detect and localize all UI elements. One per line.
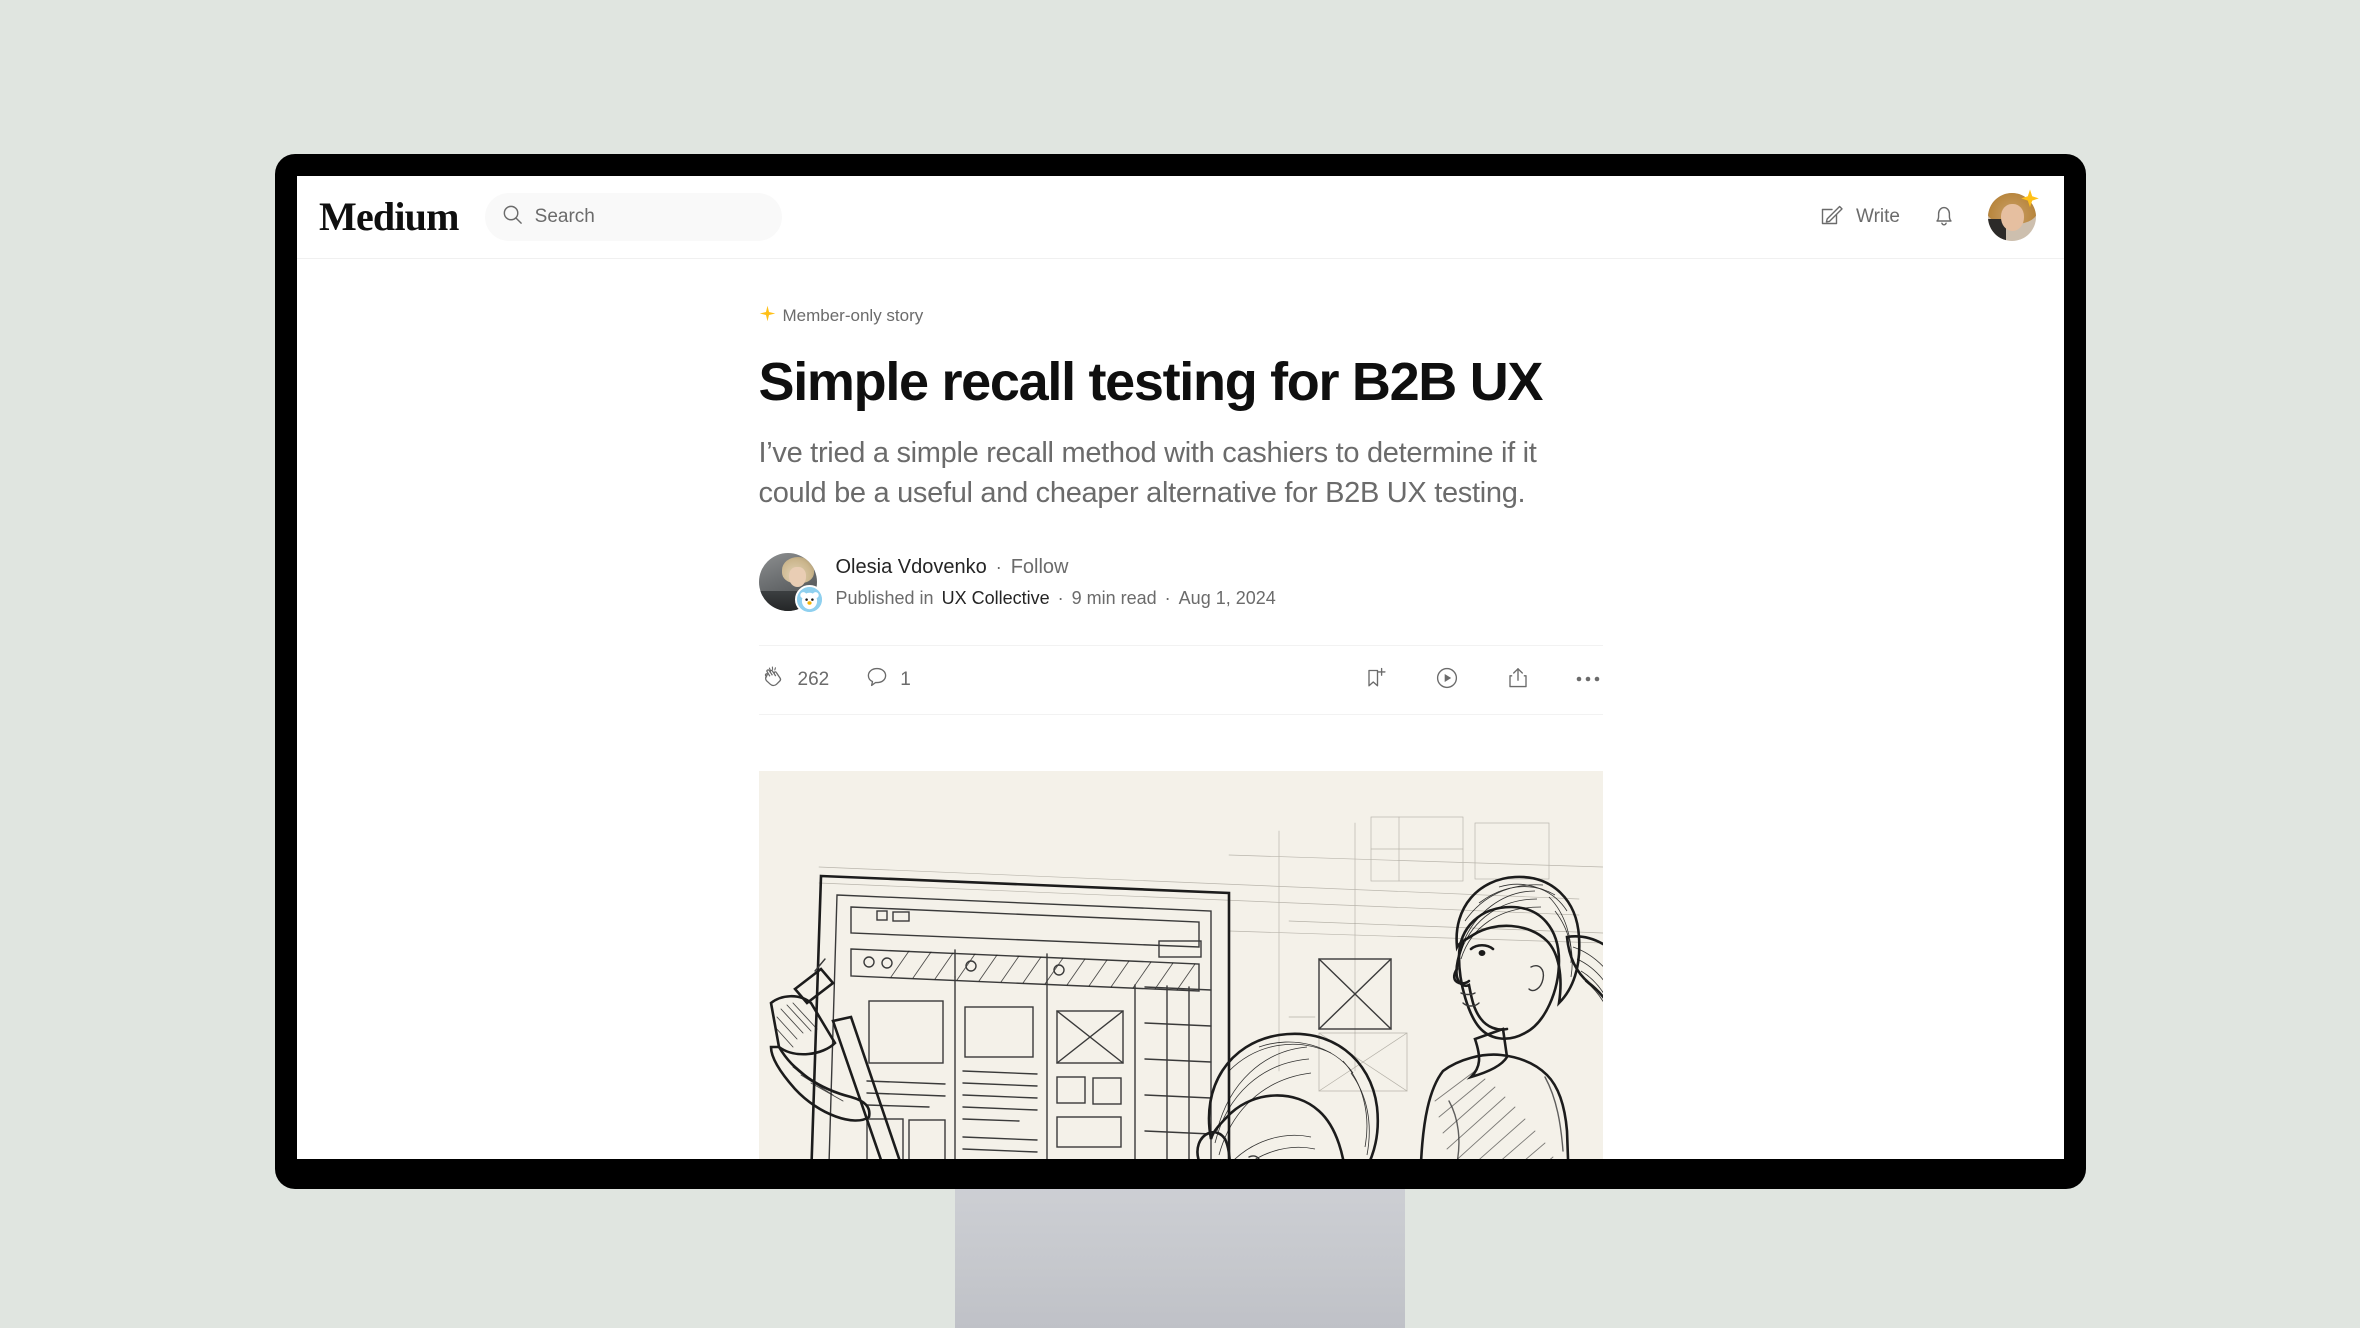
byline-separator-3: · <box>1164 587 1171 608</box>
clap-icon <box>761 664 787 696</box>
bell-icon <box>1930 202 1958 233</box>
publication-name[interactable]: UX Collective <box>942 585 1050 612</box>
byline-separator-1: · <box>995 557 1002 578</box>
author-avatar[interactable] <box>758 553 824 615</box>
search-box[interactable] <box>484 193 782 241</box>
engagement-left-group: 262 1 <box>761 664 911 696</box>
site-header: Medium Search Write <box>297 176 2064 259</box>
member-only-label: Member-only story <box>782 306 924 325</box>
hero-illustration <box>758 770 1603 1159</box>
notifications-button[interactable] <box>1930 202 1958 233</box>
share-button[interactable] <box>1505 665 1531 694</box>
hero-sketch-svg <box>758 770 1603 1159</box>
byline-author-row: Olesia Vdovenko · Follow <box>836 553 1276 582</box>
save-button[interactable] <box>1363 665 1389 694</box>
user-avatar[interactable] <box>1988 189 2039 241</box>
author-name[interactable]: Olesia Vdovenko <box>836 553 987 582</box>
monitor-stand <box>955 1185 1405 1328</box>
publish-date: Aug 1, 2024 <box>1178 587 1276 608</box>
write-button[interactable]: Write <box>1819 201 1900 233</box>
bookmark-add-icon <box>1363 665 1389 694</box>
article-subtitle: I’ve tried a simple recall method with c… <box>758 437 1537 509</box>
byline-text: Olesia Vdovenko · Follow Published in UX… <box>836 553 1276 612</box>
byline: Olesia Vdovenko · Follow Published in UX… <box>758 553 1603 615</box>
medium-logo[interactable]: Medium <box>319 197 459 237</box>
comment-icon <box>865 665 889 695</box>
byline-separator-2: · <box>1057 587 1064 608</box>
responses-count: 1 <box>900 668 911 690</box>
member-only-badge: Member-only story <box>759 305 1603 327</box>
search-icon <box>501 203 524 231</box>
more-options-icon <box>1575 672 1601 687</box>
article-title: Simple recall testing for B2B UX <box>758 352 1544 412</box>
search-input[interactable] <box>534 206 766 228</box>
byline-meta-row: Published in UX Collective · 9 min read … <box>836 585 1276 612</box>
article: Member-only story Simple recall testing … <box>297 259 2064 1159</box>
engagement-right-group <box>1363 664 1601 695</box>
engagement-bar: 262 1 <box>758 644 1603 715</box>
screen: Medium Search Write Member-only story Si… <box>297 176 2064 1159</box>
clap-button[interactable]: 262 <box>761 664 830 696</box>
write-label: Write <box>1856 206 1900 227</box>
header-actions: Write <box>1819 189 2039 241</box>
share-icon <box>1505 665 1531 694</box>
read-time: 9 min read <box>1071 587 1157 608</box>
listen-button[interactable] <box>1433 664 1461 695</box>
follow-button[interactable]: Follow <box>1011 553 1069 582</box>
more-options-button[interactable] <box>1575 672 1601 687</box>
ux-collective-badge-icon <box>794 585 824 615</box>
published-in-label: Published in <box>835 587 934 608</box>
monitor-bezel: Medium Search Write Member-only story Si… <box>275 154 2086 1189</box>
star-badge-icon <box>2019 188 2041 210</box>
sparkle-star-icon <box>759 305 776 327</box>
play-listen-icon <box>1433 664 1461 695</box>
responses-button[interactable]: 1 <box>865 665 911 695</box>
clap-count: 262 <box>797 668 830 690</box>
write-pencil-square-icon <box>1819 201 1845 233</box>
